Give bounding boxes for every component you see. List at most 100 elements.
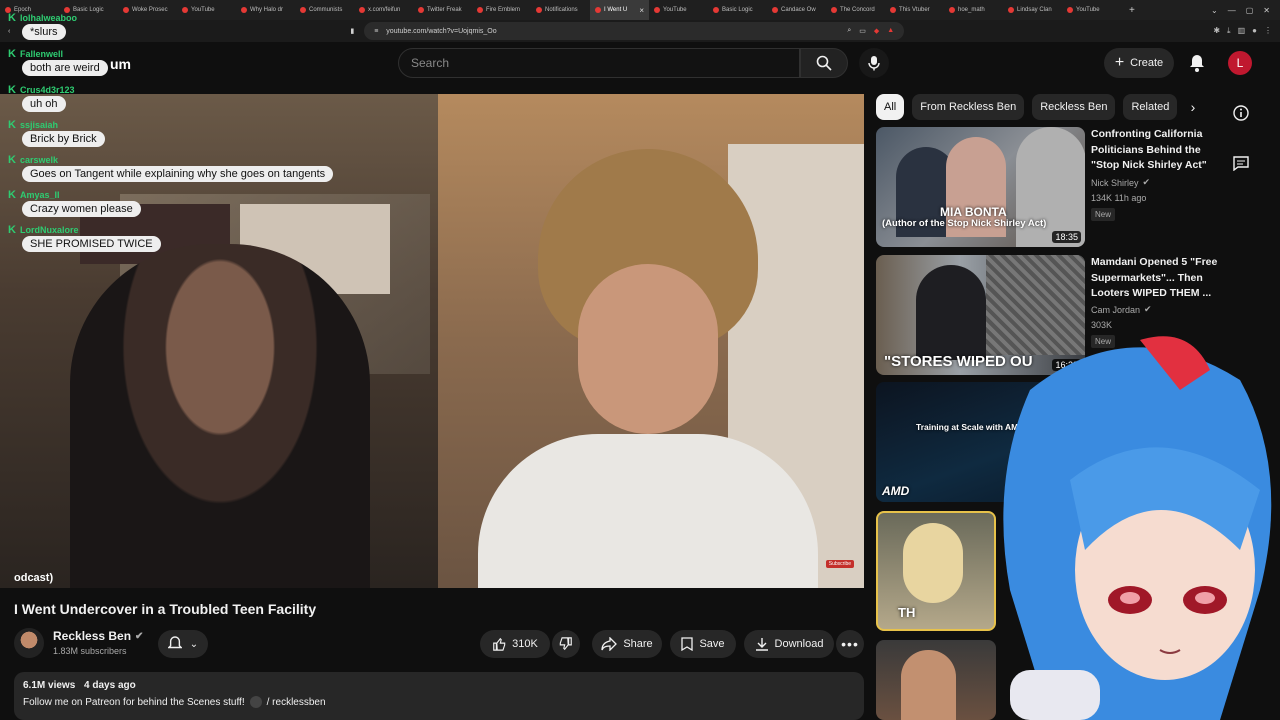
close-tab-icon[interactable]: × bbox=[639, 6, 644, 15]
maximize-icon[interactable]: ▢ bbox=[1246, 6, 1254, 15]
menu-icon[interactable]: ⋮ bbox=[1264, 26, 1272, 36]
tab-label: Basic Logic bbox=[73, 7, 104, 13]
chip-related[interactable]: Related bbox=[1123, 94, 1178, 120]
patreon-link[interactable]: / recklessben bbox=[267, 697, 326, 708]
video-title: I Went Undercover in a Troubled Teen Fac… bbox=[14, 601, 317, 617]
tab-favicon-icon bbox=[654, 7, 660, 13]
browser-tab[interactable]: Why Halo dr bbox=[236, 0, 295, 20]
tab-label: Why Halo dr bbox=[250, 7, 284, 13]
sidebar-icon[interactable]: ▥ bbox=[1238, 26, 1246, 36]
chat-message: Kssjisaiah Brick by Brick bbox=[8, 119, 105, 147]
more-actions-button[interactable]: ••• bbox=[836, 630, 864, 658]
voice-search-button[interactable] bbox=[859, 48, 889, 78]
thumb-figure bbox=[916, 265, 986, 360]
browser-tab[interactable]: YouTube bbox=[649, 0, 708, 20]
browser-tab[interactable]: Candace Ow bbox=[767, 0, 826, 20]
subscription-bell-button[interactable]: ⌄ bbox=[158, 630, 208, 658]
share-button[interactable]: Share bbox=[592, 630, 662, 658]
download-button[interactable]: Download bbox=[744, 630, 834, 658]
thumb-figure bbox=[901, 650, 956, 720]
search-input[interactable]: Search bbox=[398, 48, 800, 78]
rec-title[interactable]: Mamdani Opened 5 "Free Supermarkets"... … bbox=[1091, 255, 1221, 302]
upload-age: 4 days ago bbox=[84, 680, 136, 691]
browser-tab[interactable]: Basic Logic bbox=[708, 0, 767, 20]
tab-favicon-icon bbox=[890, 7, 896, 13]
tab-label: Candace Ow bbox=[781, 7, 816, 13]
dislike-button[interactable] bbox=[552, 630, 580, 658]
browser-tab[interactable]: Communists bbox=[295, 0, 354, 20]
rec-channel[interactable]: Cam Jordan ✔ bbox=[1091, 304, 1152, 315]
browser-tab[interactable]: Lindsay Clan bbox=[1003, 0, 1062, 20]
more-icon: ••• bbox=[841, 636, 859, 652]
like-button[interactable]: 310K bbox=[480, 630, 550, 658]
chat-message: K Crus4d3r123 uh oh bbox=[8, 84, 75, 112]
rec-thumbnail[interactable]: MIA BONTA (Author of the Stop Nick Shirl… bbox=[876, 127, 1085, 247]
rec-title[interactable]: Confronting California Politicians Behin… bbox=[1091, 127, 1221, 174]
chat-toggle-button[interactable] bbox=[1232, 154, 1250, 172]
chevron-down-icon[interactable]: ⌄ bbox=[1211, 6, 1218, 15]
rec-thumbnail[interactable] bbox=[876, 640, 996, 720]
chat-text: uh oh bbox=[22, 96, 66, 112]
download-icon[interactable]: ⤓ bbox=[1227, 26, 1231, 36]
kick-icon: K bbox=[8, 48, 16, 60]
info-button[interactable] bbox=[1232, 104, 1250, 122]
cast-icon[interactable]: ▭ bbox=[859, 27, 866, 35]
extension-icon[interactable]: ◆ bbox=[874, 27, 879, 35]
youtube-logo-text[interactable]: um bbox=[110, 56, 131, 72]
chip-from-channel[interactable]: From Reckless Ben bbox=[912, 94, 1025, 120]
rec-channel-name: Nick Shirley bbox=[1091, 177, 1139, 188]
rec-thumbnail[interactable]: TH bbox=[876, 511, 996, 631]
kick-icon: K bbox=[8, 84, 16, 96]
tab-favicon-icon bbox=[772, 7, 778, 13]
save-button[interactable]: Save bbox=[670, 630, 736, 658]
minimize-icon[interactable]: — bbox=[1228, 6, 1236, 15]
tab-favicon-icon bbox=[831, 7, 837, 13]
puzzle-icon[interactable]: ✱ bbox=[1213, 26, 1220, 36]
tab-favicon-icon bbox=[536, 7, 542, 13]
chip-all[interactable]: All bbox=[876, 94, 905, 120]
browser-tab[interactable]: Twitter Freak bbox=[413, 0, 472, 20]
chat-message: K Fallenwell both are weird bbox=[8, 48, 108, 76]
browser-tab[interactable]: YouTube bbox=[177, 0, 236, 20]
browser-tab[interactable]: The Concord bbox=[826, 0, 885, 20]
close-icon[interactable]: ✕ bbox=[1263, 6, 1270, 15]
site-info-icon[interactable]: ≡ bbox=[374, 28, 378, 35]
profile-icon[interactable]: ● bbox=[1252, 26, 1257, 36]
alert-icon[interactable]: ▲ bbox=[887, 27, 894, 35]
bookmark-icon[interactable]: ▮ bbox=[350, 27, 354, 35]
browser-tab[interactable]: x.com/feifun bbox=[354, 0, 413, 20]
browser-tab[interactable]: Woke Prosec bbox=[118, 0, 177, 20]
channel-name[interactable]: Reckless Ben ✔ bbox=[53, 629, 143, 643]
browser-tab[interactable]: Fire Emblem bbox=[472, 0, 531, 20]
bookmark-icon bbox=[681, 637, 694, 651]
create-button[interactable]: + Create bbox=[1104, 48, 1174, 78]
microphone-icon bbox=[868, 56, 880, 71]
description-line: Follow me on Patreon for behind the Scen… bbox=[23, 696, 855, 708]
browser-toolbar: ‹ ▮ ≡ youtube.com/watch?v=Uojqmis_Oo ⌕ ▭… bbox=[0, 20, 1280, 42]
browser-tab[interactable]: This Vtuber bbox=[885, 0, 944, 20]
chat-username: lolhalweaboo bbox=[19, 13, 77, 23]
browser-tab[interactable]: I Went U × bbox=[590, 0, 649, 20]
save-label: Save bbox=[699, 638, 725, 650]
browser-tab[interactable]: hoe_math bbox=[944, 0, 1003, 20]
search-button[interactable] bbox=[800, 48, 848, 78]
new-tab-button[interactable]: + bbox=[1121, 5, 1143, 16]
user-avatar[interactable]: L bbox=[1228, 51, 1252, 75]
subscribe-watermark[interactable]: Subscribe bbox=[825, 560, 854, 568]
chat-text: Crazy women please bbox=[22, 201, 141, 217]
zoom-icon[interactable]: ⌕ bbox=[847, 27, 851, 35]
view-stats: 6.1M views 4 days ago bbox=[23, 680, 855, 691]
chip-channel[interactable]: Reckless Ben bbox=[1032, 94, 1116, 120]
address-bar[interactable]: ≡ youtube.com/watch?v=Uojqmis_Oo ⌕ ▭ ◆ ▲ bbox=[364, 22, 905, 40]
chat-message: Klolhalweaboo *slurs bbox=[8, 12, 77, 40]
browser-tab[interactable]: YouTube bbox=[1062, 0, 1121, 20]
notifications-button[interactable] bbox=[1186, 52, 1208, 74]
description-box[interactable]: 6.1M views 4 days ago Follow me on Patre… bbox=[14, 672, 864, 720]
rec-channel[interactable]: Nick Shirley ✔ bbox=[1091, 177, 1150, 188]
view-count: 6.1M views bbox=[23, 680, 76, 691]
chat-message: Kcarswelk Goes on Tangent while explaini… bbox=[8, 154, 334, 182]
chips-next-button[interactable]: › bbox=[1184, 98, 1202, 116]
description-text: Follow me on Patreon for behind the Scen… bbox=[23, 696, 245, 708]
channel-avatar[interactable] bbox=[14, 628, 44, 658]
browser-tab[interactable]: Notifications bbox=[531, 0, 590, 20]
